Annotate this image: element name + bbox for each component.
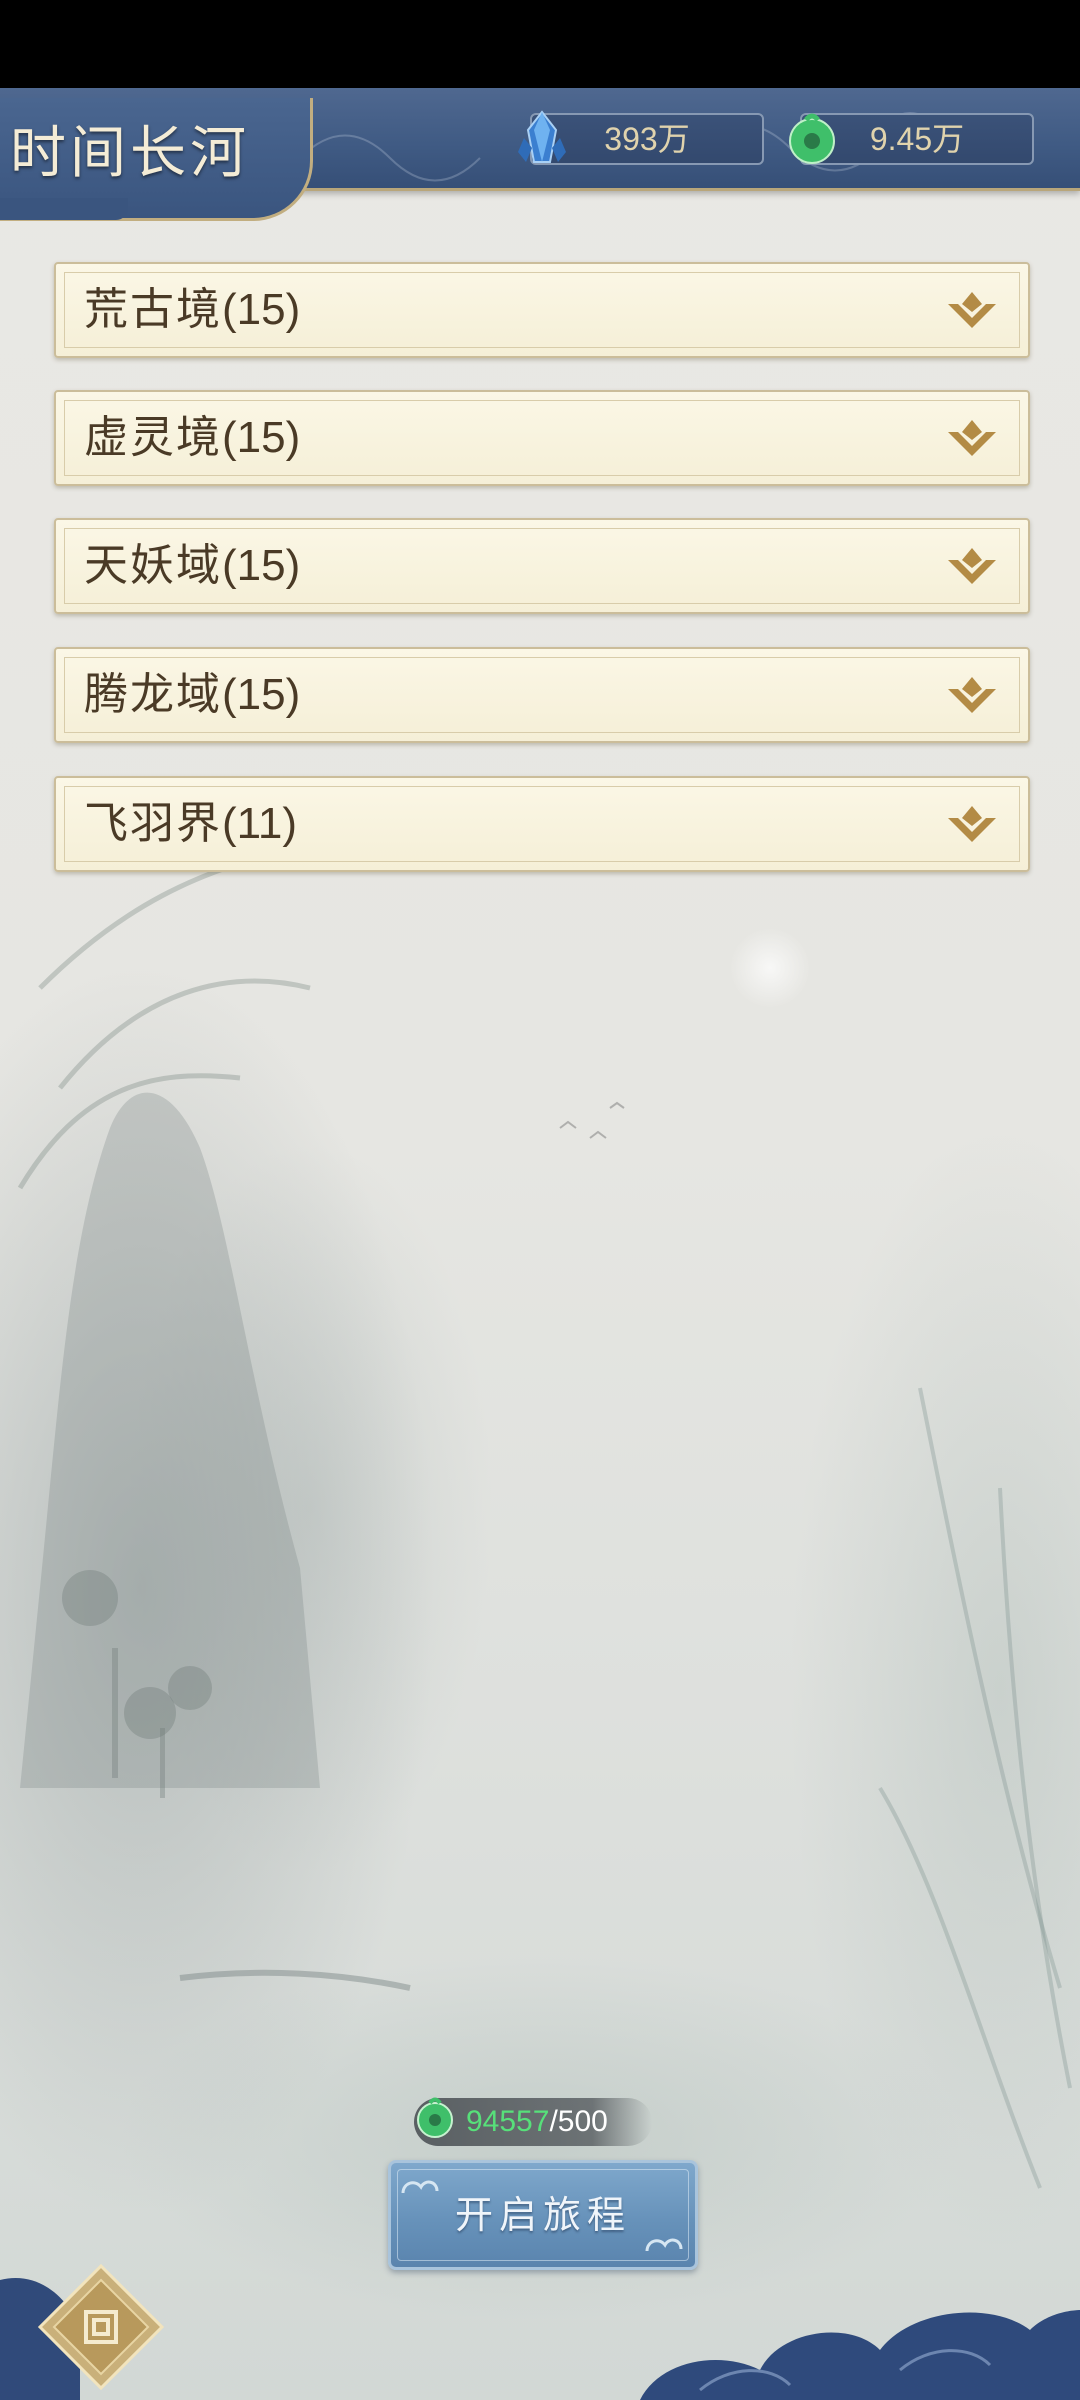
region-label: 荒古境(15)	[84, 284, 301, 335]
jade-coin-icon	[789, 113, 835, 164]
chevron-down-icon	[948, 548, 996, 584]
page-title: 时间长河	[10, 121, 250, 186]
region-item-tenglong[interactable]: 腾龙域(15)	[54, 647, 1030, 743]
chevron-down-icon	[948, 806, 996, 842]
region-item-xuling[interactable]: 虚灵境(15)	[54, 390, 1030, 486]
region-label: 天妖域(15)	[84, 540, 301, 591]
cost-text: 94557/500	[466, 2105, 608, 2138]
chevron-down-icon	[948, 292, 996, 328]
region-item-tianyao[interactable]: 天妖域(15)	[54, 518, 1030, 614]
blue-crystal-icon	[518, 110, 566, 163]
region-label: 虚灵境(15)	[84, 412, 301, 463]
region-label: 飞羽界(11)	[84, 798, 297, 849]
chevron-down-icon	[948, 677, 996, 713]
region-item-feiyu[interactable]: 飞羽界(11)	[54, 776, 1030, 872]
chevron-down-icon	[948, 420, 996, 456]
region-label: 腾龙域(15)	[84, 669, 301, 720]
title-plate-tab	[0, 198, 128, 220]
jade-coin-icon	[417, 2097, 453, 2138]
region-item-huangu[interactable]: 荒古境(15)	[54, 262, 1030, 358]
status-bar	[0, 0, 1080, 88]
corner-menu-button[interactable]	[36, 2262, 166, 2392]
